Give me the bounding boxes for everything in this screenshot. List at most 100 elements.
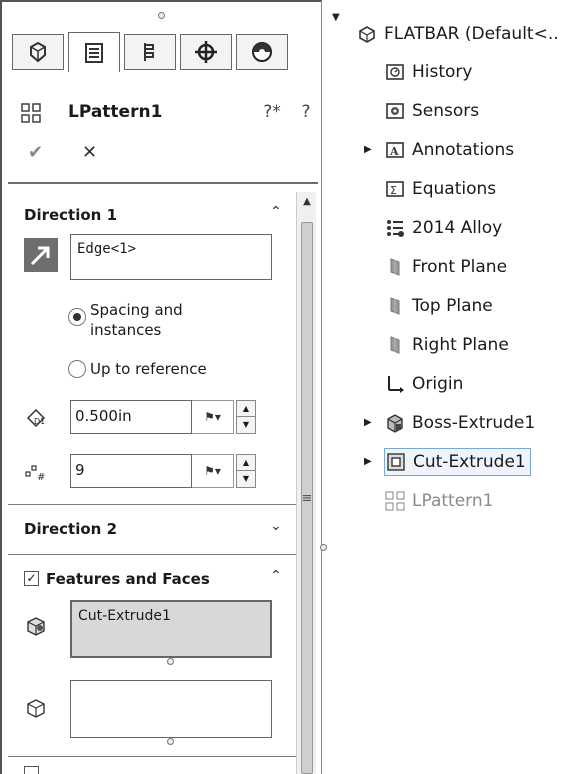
box-resize-grip[interactable] — [167, 738, 174, 745]
tree-item-origin[interactable]: Origin — [384, 370, 463, 398]
spacing-instances-option[interactable]: Spacing and instances — [68, 300, 183, 340]
tree-item-label: Origin — [412, 374, 464, 394]
tree-item-right-plane[interactable]: Right Plane — [384, 331, 509, 359]
tree-item-label: LPattern1 — [412, 491, 494, 511]
tree-item-label: Boss-Extrude1 — [412, 413, 536, 433]
section-divider — [8, 554, 296, 555]
spin-up-icon[interactable]: ▲ — [237, 455, 255, 471]
flag-icon: ⚑▾ — [204, 464, 221, 478]
faces-selection-box[interactable] — [70, 680, 272, 738]
tab-dimxpertmanager[interactable] — [180, 34, 232, 70]
cut-extrude-icon — [385, 451, 407, 473]
vertical-scrollbar[interactable]: ▲ ≡ — [296, 192, 316, 774]
spin-down-icon[interactable]: ▼ — [237, 471, 255, 487]
spacing-instances-radio[interactable] — [68, 308, 86, 326]
scroll-thumb[interactable]: ≡ — [301, 222, 313, 774]
faces-to-pattern-icon — [27, 699, 45, 718]
property-manager-panel: LPattern1 ?* ? ✔ ✕ ▲ ≡ Direction 1 ⌃ Edg… — [0, 0, 322, 774]
tree-root-part[interactable]: FLATBAR (Default<.. — [356, 20, 559, 48]
tree-item-equations[interactable]: Σ Equations — [384, 175, 496, 203]
flag-dropdown-button[interactable]: ⚑▾ — [192, 400, 234, 434]
tab-propertymanager[interactable] — [68, 32, 120, 72]
plane-icon — [384, 334, 406, 356]
whats-wrong-icon[interactable]: ?* — [260, 100, 284, 124]
collapse-chevron-icon[interactable]: ⌃ — [270, 204, 282, 220]
splitter-grip[interactable] — [320, 544, 327, 551]
instances-input[interactable]: 9 — [70, 454, 192, 488]
features-faces-checkbox[interactable]: ✓ — [24, 571, 39, 586]
tree-item-label: History — [412, 62, 473, 82]
tree-item-lpattern1[interactable]: LPattern1 — [384, 487, 493, 515]
tab-featuremanager[interactable] — [12, 34, 64, 70]
tree-item-label: 2014 Alloy — [412, 218, 503, 238]
up-to-reference-label: Up to reference — [90, 360, 207, 378]
scroll-up-arrow-icon[interactable]: ▲ — [297, 192, 317, 210]
tree-item-sensors[interactable]: Sensors — [384, 97, 479, 125]
expand-triangle-icon[interactable]: ▶ — [364, 417, 372, 428]
tree-item-boss-extrude1[interactable]: Boss-Extrude1 — [384, 409, 535, 437]
ok-button[interactable]: ✔ — [28, 142, 43, 163]
tree-item-2014-alloy[interactable]: 2014 Alloy — [384, 214, 502, 242]
part-icon — [356, 23, 378, 45]
collapse-triangle-icon[interactable]: ▼ — [332, 12, 340, 23]
tree-item-label: Front Plane — [412, 257, 508, 277]
box-resize-grip[interactable] — [167, 658, 174, 665]
header-divider — [8, 182, 318, 184]
spin-up-icon[interactable]: ▲ — [237, 401, 255, 417]
spacing-spinner[interactable]: ▲ ▼ — [236, 400, 256, 434]
tree-item-top-plane[interactable]: Top Plane — [384, 292, 493, 320]
tree-root-label: FLATBAR (Default<.. — [384, 24, 559, 44]
boss-extrude-icon — [384, 412, 406, 434]
features-to-pattern-icon — [27, 617, 45, 636]
tree-item-label: Annotations — [412, 140, 515, 160]
direction1-edge-field[interactable]: Edge<1> — [70, 234, 272, 280]
instances-spinner[interactable]: ▲ ▼ — [236, 454, 256, 488]
edge-direction-icon[interactable] — [24, 238, 58, 272]
svg-text:Σ: Σ — [390, 184, 397, 197]
next-section-checkbox[interactable] — [24, 766, 39, 774]
expand-triangle-icon[interactable]: ▶ — [364, 456, 372, 467]
spin-down-icon[interactable]: ▼ — [237, 417, 255, 433]
spacing-label-line1: Spacing and — [90, 301, 183, 319]
origin-icon — [384, 373, 406, 395]
propertymanager-icon — [85, 42, 103, 63]
equations-folder-icon: Σ — [384, 178, 406, 200]
expand-triangle-icon[interactable]: ▶ — [364, 144, 372, 155]
expand-chevron-icon[interactable]: ⌄ — [270, 518, 282, 534]
displaymanager-icon — [252, 42, 272, 62]
up-to-reference-option[interactable]: Up to reference — [68, 360, 207, 378]
collapse-chevron-icon[interactable]: ⌃ — [270, 568, 282, 584]
help-icon[interactable]: ? — [294, 100, 318, 124]
pm-header: LPattern1 ?* ? — [20, 98, 311, 128]
history-folder-icon — [384, 61, 406, 83]
tree-item-cut-extrude1[interactable]: Cut-Extrude1 — [384, 448, 531, 476]
ok-cancel-bar: ✔ ✕ — [28, 142, 128, 168]
dimxpert-icon — [195, 41, 217, 63]
section-divider — [8, 504, 296, 505]
features-faces-title: Features and Faces — [46, 570, 210, 588]
linear-pattern-icon — [384, 490, 406, 512]
tree-item-label: Sensors — [412, 101, 480, 121]
section-divider — [8, 756, 296, 757]
material-icon — [384, 217, 406, 239]
panel-resize-grip[interactable] — [158, 12, 165, 19]
tab-configurationmanager[interactable] — [124, 34, 176, 70]
featuremanager-icon — [30, 41, 46, 63]
configurationmanager-icon — [144, 43, 154, 61]
up-to-reference-radio[interactable] — [68, 360, 86, 378]
direction2-title: Direction 2 — [24, 520, 118, 538]
tree-item-label: Top Plane — [412, 296, 493, 316]
tab-displaymanager[interactable] — [236, 34, 288, 70]
annotations-folder-icon: A — [384, 139, 406, 161]
flag-dropdown-button[interactable]: ⚑▾ — [192, 454, 234, 488]
features-selection-box[interactable]: Cut-Extrude1 — [70, 600, 272, 658]
spacing-input[interactable]: 0.500in — [70, 400, 192, 434]
cancel-button[interactable]: ✕ — [82, 142, 97, 163]
tree-item-label: Right Plane — [412, 335, 509, 355]
svg-text:D1: D1 — [34, 417, 45, 426]
tree-item-history[interactable]: History — [384, 58, 472, 86]
tree-item-label: Cut-Extrude1 — [413, 452, 526, 472]
tree-item-annotations[interactable]: A Annotations — [384, 136, 514, 164]
help-glyph: ? — [301, 102, 311, 122]
tree-item-front-plane[interactable]: Front Plane — [384, 253, 507, 281]
